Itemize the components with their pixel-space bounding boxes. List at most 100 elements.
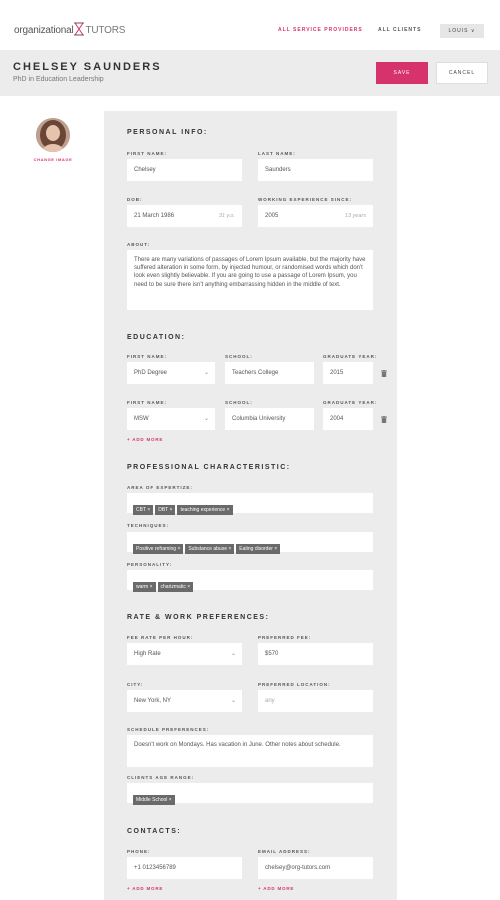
cancel-button[interactable]: CANCEL <box>436 62 488 84</box>
logo[interactable]: organizational TUTORS <box>14 22 125 36</box>
experience-hint: 13 years <box>344 213 366 219</box>
school-label: SCHOOL: <box>225 400 253 405</box>
school-field[interactable]: Teachers College <box>225 362 314 384</box>
tag-chip[interactable]: DBT × <box>155 505 176 515</box>
section-education: EDUCATION: <box>127 334 186 341</box>
city-label: CITY: <box>127 682 144 687</box>
techniques-label: TECHNIQUES: <box>127 523 170 528</box>
clients-age-label: CLIENTS AGE RANGE: <box>127 775 195 780</box>
first-name-field[interactable]: Chelsey <box>127 159 242 181</box>
expertise-label: AREA OF EXPERTIZE: <box>127 485 193 490</box>
schedule-label: SCHEDULE PREFERENCES: <box>127 727 210 732</box>
preferred-location-field[interactable]: any <box>258 690 373 712</box>
degree-select[interactable]: MSW ⌄ <box>127 408 215 430</box>
school-value: Teachers College <box>232 370 279 376</box>
expertise-tag-input[interactable]: CBT × DBT × teaching experience × <box>127 493 373 515</box>
preferred-fee-label: PREFERRED FEE: <box>258 635 312 640</box>
degree-value: PhD Degree <box>134 370 168 376</box>
graduate-year-label: GRADUATE YEAR: <box>323 354 378 359</box>
first-name-value: Chelsey <box>134 167 156 173</box>
tag-chip[interactable]: charizmatic × <box>157 582 194 592</box>
preferred-fee-field[interactable]: $570 <box>258 643 373 665</box>
chevron-down-icon: ⌄ <box>230 651 236 657</box>
first-name-label: FIRST NAME: <box>127 151 167 156</box>
tag-chip[interactable]: Middle School × <box>133 795 175 805</box>
chevron-down-icon: ⌄ <box>203 416 209 422</box>
dob-value: 21 March 1986 <box>134 213 175 219</box>
preferred-location-placeholder: any <box>265 698 275 704</box>
graduate-year-field[interactable]: 2004 <box>323 408 373 430</box>
dob-label: DOB: <box>127 197 143 202</box>
about-textarea[interactable]: There are many variations of passages of… <box>127 250 373 310</box>
personality-tag-input[interactable]: warm × charizmatic × <box>127 570 373 592</box>
experience-value: 2005 <box>265 213 279 219</box>
tag-chip[interactable]: warm × <box>133 582 156 592</box>
city-value: New York, NY <box>134 698 172 704</box>
nav-all-service-providers[interactable]: ALL SERVICE PROVIDERS <box>278 27 363 33</box>
age-hint: 31 y.o. <box>218 213 235 219</box>
change-image-link[interactable]: CHANGE IMAGE <box>26 157 80 162</box>
techniques-tag-input[interactable]: Positive reframing × Substance abuse × Eat… <box>127 532 373 554</box>
email-field[interactable]: chelsey@org-tutors.com <box>258 857 373 879</box>
hourglass-icon <box>74 22 85 36</box>
degree-select[interactable]: PhD Degree ⌄ <box>127 362 215 384</box>
tag-chip[interactable]: teaching experience × <box>177 505 233 515</box>
page-subtitle: PhD in Education Leadership <box>13 76 104 83</box>
city-select[interactable]: New York, NY ⌄ <box>127 690 242 712</box>
graduate-year-value: 2015 <box>330 370 344 376</box>
section-professional: PROFESSIONAL CHARACTERISTIC: <box>127 464 291 471</box>
school-field[interactable]: Columbia University <box>225 408 314 430</box>
schedule-textarea[interactable]: Doesn't work on Mondays. Has vacation in… <box>127 735 373 767</box>
school-label: SCHOOL: <box>225 354 253 359</box>
section-personal-info: PERSONAL INFO: <box>127 129 208 136</box>
last-name-label: LAST NAME: <box>258 151 296 156</box>
add-email-link[interactable]: + ADD MORE <box>258 886 294 891</box>
trash-icon[interactable] <box>381 370 387 377</box>
email-label: EMAIL ADDRESS: <box>258 849 311 854</box>
about-label: ABOUT: <box>127 242 150 247</box>
last-name-field[interactable]: Saunders <box>258 159 373 181</box>
logo-text-left: organizational <box>14 25 74 36</box>
avatar[interactable] <box>36 118 70 152</box>
graduate-year-field[interactable]: 2015 <box>323 362 373 384</box>
tag-chip[interactable]: Substance abuse × <box>185 544 235 554</box>
schedule-value: Doesn't work on Mondays. Has vacation in… <box>134 742 341 748</box>
dob-field[interactable]: 21 March 1986 31 y.o. <box>127 205 242 227</box>
personality-label: PERSONALITY: <box>127 562 173 567</box>
chevron-down-icon: ⌄ <box>203 370 209 376</box>
edu-first-name-label: FIRST NAME: <box>127 354 167 359</box>
nav-all-clients[interactable]: ALL CLIENTS <box>378 27 421 33</box>
graduate-year-value: 2004 <box>330 416 344 422</box>
phone-field[interactable]: +1 0123456789 <box>127 857 242 879</box>
preferred-fee-value: $570 <box>265 651 279 657</box>
phone-label: PHONE: <box>127 849 151 854</box>
experience-field[interactable]: 2005 13 years <box>258 205 373 227</box>
school-value: Columbia University <box>232 416 286 422</box>
add-education-link[interactable]: + ADD MORE <box>127 437 163 442</box>
fee-rate-select[interactable]: High Rate ⌄ <box>127 643 242 665</box>
about-value: There are many variations of passages of… <box>134 257 366 288</box>
graduate-year-label: GRADUATE YEAR: <box>323 400 378 405</box>
page-title: CHELSEY SAUNDERS <box>13 61 162 73</box>
experience-label: WORKING EXPERIENCE SINCE: <box>258 197 353 202</box>
chevron-down-icon: ⌄ <box>230 698 236 704</box>
fee-rate-value: High Rate <box>134 651 161 657</box>
trash-icon[interactable] <box>381 416 387 423</box>
fee-rate-label: FEE RATE PER HOUR: <box>127 635 194 640</box>
tag-chip[interactable]: Positive reframing × <box>133 544 184 554</box>
logo-text-right: TUTORS <box>85 25 126 36</box>
user-menu-button[interactable]: LOUIS ∨ <box>440 24 484 38</box>
tag-chip[interactable]: Eating disorder × <box>236 544 281 554</box>
avatar-image <box>36 118 70 152</box>
edu-first-name-label: FIRST NAME: <box>127 400 167 405</box>
section-contacts: CONTACTS: <box>127 828 182 835</box>
last-name-value: Saunders <box>265 167 291 173</box>
section-rate-work: RATE & WORK PREFERENCES: <box>127 614 270 621</box>
save-button[interactable]: SAVE <box>376 62 428 84</box>
tag-chip[interactable]: CBT × <box>133 505 154 515</box>
preferred-location-label: PREFERRED LOCATION: <box>258 682 331 687</box>
add-phone-link[interactable]: + ADD MORE <box>127 886 163 891</box>
email-value: chelsey@org-tutors.com <box>265 865 331 871</box>
degree-value: MSW <box>134 416 149 422</box>
clients-age-tag-input[interactable]: Middle School × <box>127 783 373 805</box>
